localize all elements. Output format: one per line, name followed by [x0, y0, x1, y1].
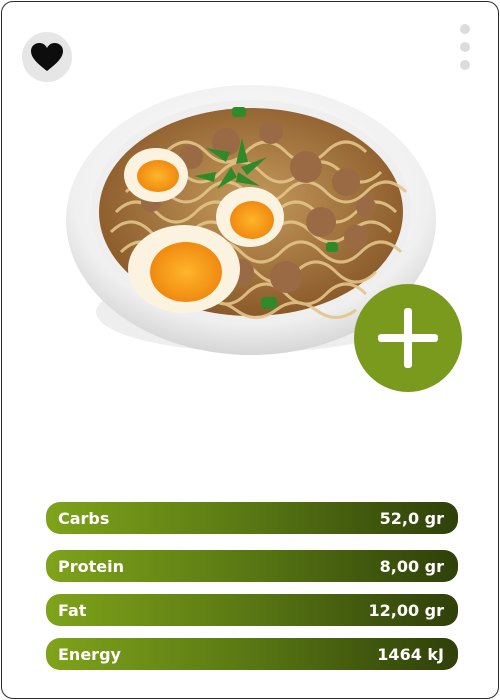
nutrient-label: Fat: [58, 600, 87, 620]
more-dot-icon: [460, 24, 470, 34]
nutrient-row-energy: Energy 1464 kJ: [46, 638, 458, 670]
nutrient-value: 8,00 gr: [379, 556, 444, 576]
nutrient-label: Carbs: [58, 508, 110, 528]
plus-icon: [378, 308, 438, 368]
nutrient-label: Protein: [58, 556, 124, 576]
nutrient-value: 12,00 gr: [368, 600, 444, 620]
more-options-button[interactable]: [458, 24, 472, 70]
add-food-button[interactable]: [354, 284, 462, 392]
more-dot-icon: [460, 42, 470, 52]
nutrient-value: 1464 kJ: [377, 644, 444, 664]
food-card: Carbs 52,0 gr Protein 8,00 gr Fat 12,00 …: [1, 1, 499, 699]
nutrient-row-protein: Protein 8,00 gr: [46, 550, 458, 582]
nutrient-value: 52,0 gr: [379, 508, 444, 528]
heart-icon: [31, 43, 63, 71]
more-dot-icon: [460, 60, 470, 70]
nutrient-row-carbs: Carbs 52,0 gr: [46, 502, 458, 534]
nutrient-row-fat: Fat 12,00 gr: [46, 594, 458, 626]
nutrient-label: Energy: [58, 644, 121, 664]
